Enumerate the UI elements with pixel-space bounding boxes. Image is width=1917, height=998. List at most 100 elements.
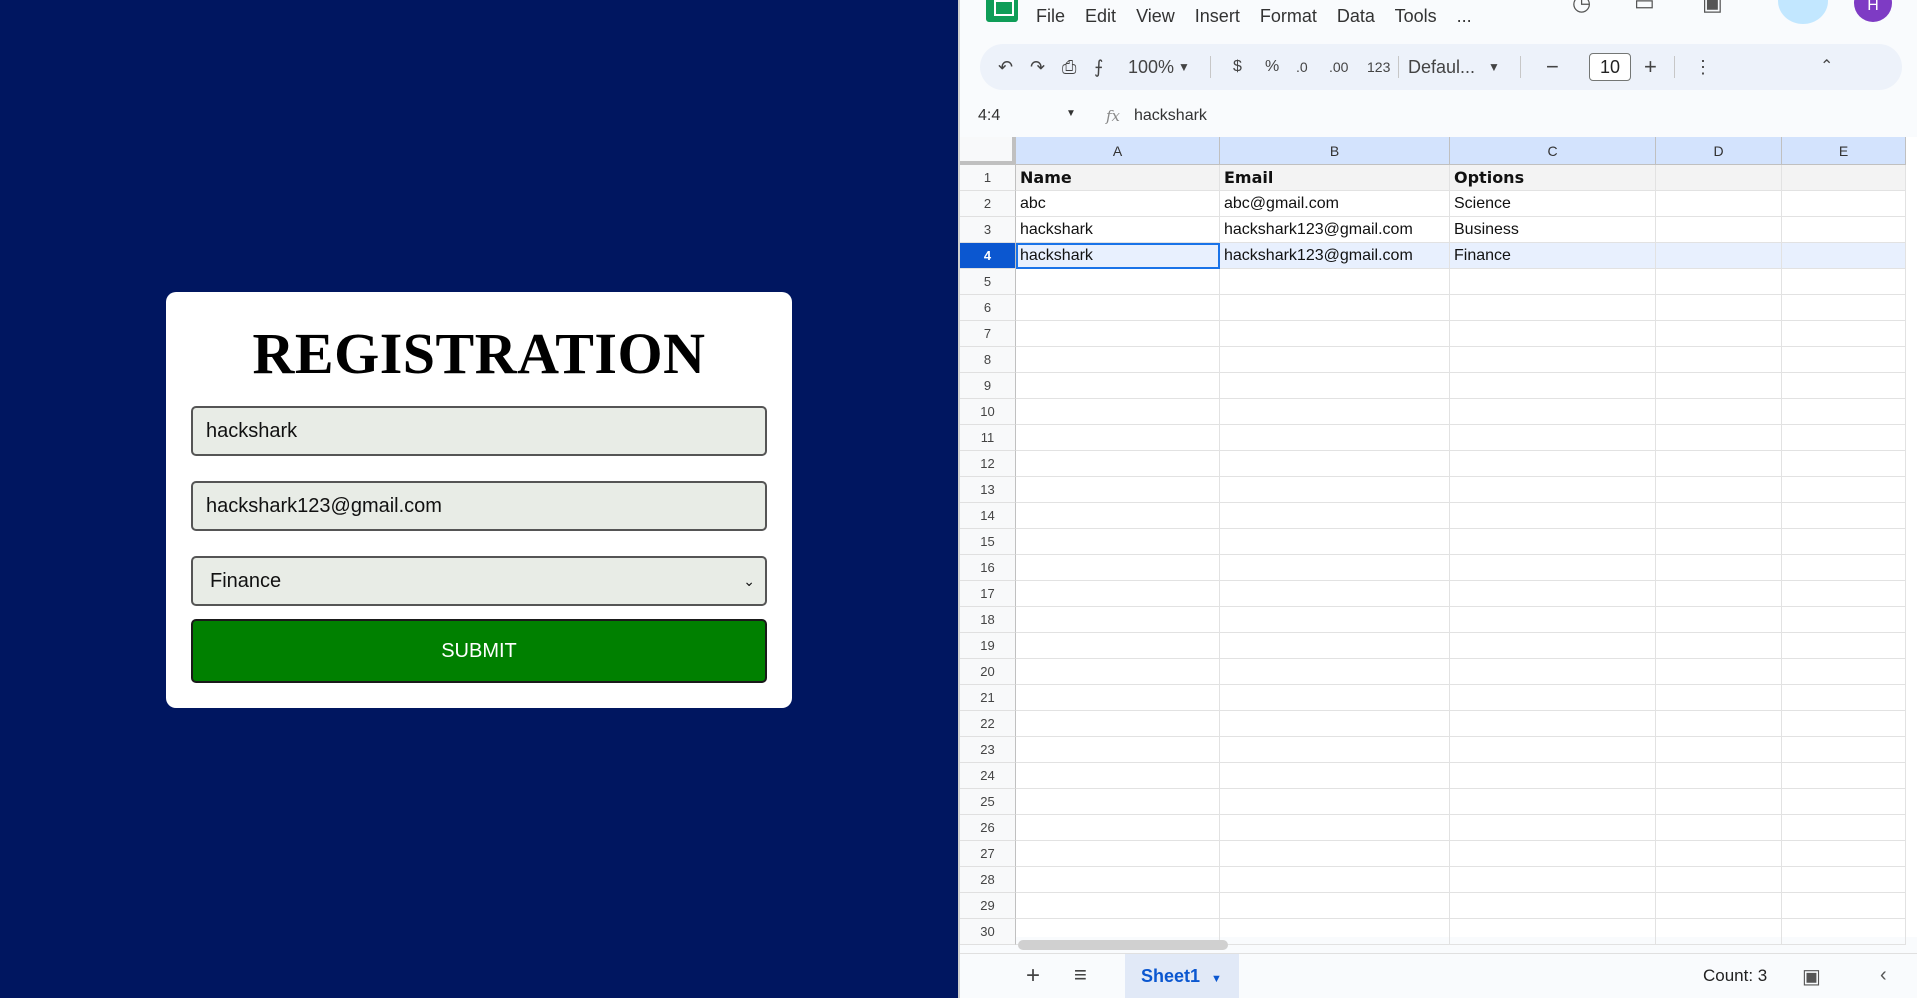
sheets-logo-icon[interactable]	[986, 0, 1018, 22]
table-cell[interactable]	[1782, 789, 1906, 815]
table-cell[interactable]	[1220, 295, 1450, 321]
table-cell[interactable]	[1450, 659, 1656, 685]
spreadsheet-grid[interactable]: A B C D E 1 2 3 4 5 6 7 8 9 10 11 12 13 14 15 16 17 18 19 2…	[960, 137, 1917, 945]
options-select[interactable]: Finance ⌄	[191, 556, 767, 606]
menu-insert[interactable]: Insert	[1195, 6, 1240, 26]
table-cell[interactable]	[1220, 633, 1450, 659]
table-cell[interactable]: Business	[1450, 217, 1656, 243]
table-cell[interactable]	[1016, 425, 1220, 451]
row-header[interactable]: 26	[960, 815, 1016, 841]
table-cell[interactable]	[1656, 191, 1782, 217]
table-cell[interactable]	[1782, 867, 1906, 893]
table-cell[interactable]	[1220, 685, 1450, 711]
all-sheets-menu-icon[interactable]: ≡	[1074, 962, 1087, 988]
table-cell[interactable]	[1220, 789, 1450, 815]
column-header-e[interactable]: E	[1782, 137, 1906, 165]
header-cell[interactable]	[1782, 165, 1906, 191]
table-cell[interactable]	[1016, 867, 1220, 893]
row-header[interactable]: 4	[960, 243, 1016, 269]
table-cell[interactable]	[1220, 425, 1450, 451]
table-cell[interactable]	[1450, 737, 1656, 763]
menu-tools[interactable]: Tools	[1395, 6, 1437, 26]
avatar[interactable]: H	[1854, 0, 1892, 22]
menu-format[interactable]: Format	[1260, 6, 1317, 26]
redo-icon[interactable]: ↷	[1030, 44, 1045, 90]
row-header[interactable]: 16	[960, 555, 1016, 581]
column-header-a[interactable]: A	[1016, 137, 1220, 165]
table-cell[interactable]	[1656, 685, 1782, 711]
column-header-c[interactable]: C	[1450, 137, 1656, 165]
table-cell[interactable]	[1450, 503, 1656, 529]
add-sheet-button[interactable]: +	[1026, 962, 1040, 990]
table-cell[interactable]	[1450, 529, 1656, 555]
table-cell[interactable]	[1016, 373, 1220, 399]
table-cell[interactable]	[1782, 581, 1906, 607]
column-header-b[interactable]: B	[1220, 137, 1450, 165]
table-cell[interactable]	[1656, 451, 1782, 477]
table-cell[interactable]	[1656, 399, 1782, 425]
table-cell[interactable]	[1450, 347, 1656, 373]
table-cell[interactable]	[1656, 295, 1782, 321]
table-cell[interactable]	[1450, 841, 1656, 867]
row-header[interactable]: 30	[960, 919, 1016, 945]
table-cell[interactable]	[1016, 711, 1220, 737]
increase-decimal-button[interactable]: .00	[1329, 44, 1348, 90]
row-header[interactable]: 1	[960, 165, 1016, 191]
table-cell[interactable]	[1782, 607, 1906, 633]
tab-sheet1[interactable]: Sheet1 ▼	[1125, 954, 1239, 998]
currency-format-button[interactable]: $	[1233, 44, 1242, 90]
table-cell[interactable]	[1220, 815, 1450, 841]
row-header[interactable]: 14	[960, 503, 1016, 529]
font-chevron-down-icon[interactable]: ▼	[1488, 44, 1500, 90]
table-cell[interactable]	[1016, 763, 1220, 789]
header-cell[interactable]: Email	[1220, 165, 1450, 191]
menu-view[interactable]: View	[1136, 6, 1175, 26]
table-cell[interactable]	[1782, 373, 1906, 399]
table-cell[interactable]	[1782, 425, 1906, 451]
table-cell[interactable]	[1016, 503, 1220, 529]
table-cell[interactable]: Science	[1450, 191, 1656, 217]
table-cell[interactable]: hackshark	[1016, 217, 1220, 243]
table-cell[interactable]: abc	[1016, 191, 1220, 217]
menu-file[interactable]: File	[1036, 6, 1065, 26]
table-cell[interactable]	[1016, 399, 1220, 425]
paint-format-icon[interactable]: ⨍	[1094, 44, 1103, 90]
table-cell[interactable]	[1016, 737, 1220, 763]
table-cell[interactable]	[1016, 789, 1220, 815]
table-cell[interactable]	[1656, 607, 1782, 633]
table-cell[interactable]	[1656, 711, 1782, 737]
font-select[interactable]: Defaul...	[1408, 44, 1475, 90]
table-cell[interactable]	[1656, 815, 1782, 841]
table-cell[interactable]	[1220, 555, 1450, 581]
table-cell[interactable]	[1450, 685, 1656, 711]
name-input[interactable]: hackshark	[191, 406, 767, 456]
table-cell[interactable]	[1656, 737, 1782, 763]
table-cell[interactable]	[1782, 451, 1906, 477]
table-cell[interactable]	[1782, 503, 1906, 529]
more-options-icon[interactable]: ⋮	[1694, 44, 1712, 90]
table-cell[interactable]	[1782, 243, 1906, 269]
table-cell[interactable]	[1782, 633, 1906, 659]
row-header[interactable]: 13	[960, 477, 1016, 503]
table-cell[interactable]	[1220, 893, 1450, 919]
email-input[interactable]: hackshark123@gmail.com	[191, 481, 767, 531]
table-cell[interactable]	[1782, 685, 1906, 711]
table-cell[interactable]	[1450, 555, 1656, 581]
row-header[interactable]: 3	[960, 217, 1016, 243]
comment-icon[interactable]: ▭	[1634, 0, 1655, 16]
table-cell[interactable]	[1782, 295, 1906, 321]
table-cell[interactable]	[1016, 659, 1220, 685]
meet-icon[interactable]: ▣	[1702, 0, 1723, 16]
row-header[interactable]: 10	[960, 399, 1016, 425]
table-cell[interactable]	[1016, 633, 1220, 659]
table-cell[interactable]	[1016, 581, 1220, 607]
name-box-chevron-down-icon[interactable]: ▼	[1066, 108, 1076, 119]
table-cell[interactable]	[1450, 893, 1656, 919]
table-cell[interactable]	[1220, 919, 1450, 945]
table-cell[interactable]	[1220, 451, 1450, 477]
table-cell[interactable]	[1220, 503, 1450, 529]
table-cell[interactable]	[1656, 217, 1782, 243]
row-header[interactable]: 15	[960, 529, 1016, 555]
table-cell[interactable]: hackshark123@gmail.com	[1220, 217, 1450, 243]
header-cell[interactable]	[1656, 165, 1782, 191]
